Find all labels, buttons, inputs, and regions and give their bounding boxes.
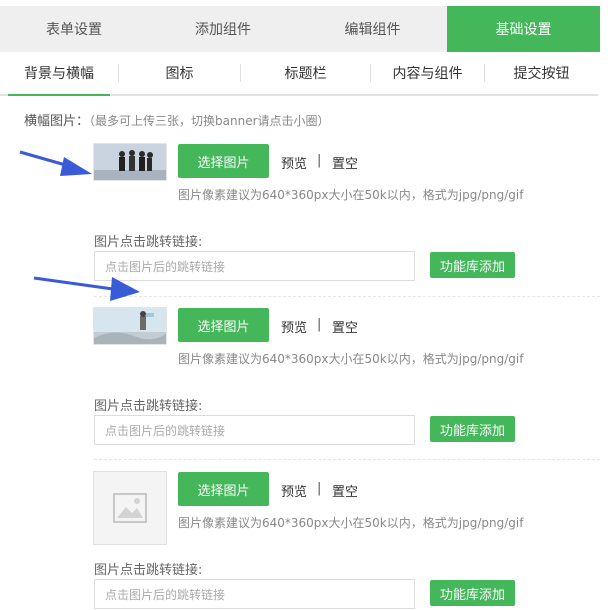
link-label-3: 图片点击跳转链接: [94,563,203,578]
banner-thumbnail-placeholder-3 [93,471,167,545]
arrow-pointer-icon [19,150,92,176]
top-tab-bar: 表单设置 添加组件 编辑组件 基础设置 [0,6,600,52]
link-url-input-1[interactable]: 点击图片后的跳转链接 [94,251,415,281]
link-url-input-2[interactable]: 点击图片后的跳转链接 [94,415,415,445]
link-label-1: 图片点击跳转链接: [94,235,203,250]
tab-basic-settings[interactable]: 基础设置 [447,6,600,52]
library-add-button-2[interactable]: 功能库添加 [430,416,515,442]
banner-thumbnail-2 [93,307,167,345]
link-url-input-3[interactable]: 点击图片后的跳转链接 [94,579,415,609]
arrow-pointer-icon [33,276,140,301]
image-size-tip-2: 图片像素建议为640*360px大小在50k以内，格式为jpg/png/gif [178,352,524,366]
subtab-icon[interactable]: 图标 [119,52,240,94]
preview-link-1[interactable]: 预览 [281,153,307,172]
tab-edit-component[interactable]: 编辑组件 [298,6,447,52]
banner-thumbnail-1 [93,143,167,181]
separator: | [317,481,322,496]
banner-label-text: 横幅图片： [24,114,90,129]
link-label-2: 图片点击跳转链接: [94,399,203,414]
subtab-title-bar[interactable]: 标题栏 [241,52,370,94]
tab-add-component[interactable]: 添加组件 [148,6,298,52]
clear-link-1[interactable]: 置空 [332,153,358,172]
select-image-button-1[interactable]: 选择图片 [178,144,269,178]
select-image-button-2[interactable]: 选择图片 [178,308,269,342]
preview-link-3[interactable]: 预览 [281,481,307,500]
section-divider [94,296,600,297]
banner-images-label: 横幅图片：（最多可上传三张，切换banner请点击小圈） [24,110,330,129]
sub-tab-bar: 背景与横幅 图标 标题栏 内容与组件 提交按钮 [0,52,598,96]
image-placeholder-icon [113,493,147,523]
clear-link-3[interactable]: 置空 [332,481,358,500]
clear-link-2[interactable]: 置空 [332,317,358,336]
select-image-button-3[interactable]: 选择图片 [178,472,269,506]
subtab-content-components[interactable]: 内容与组件 [371,52,484,94]
subtab-background-banner[interactable]: 背景与横幅 [0,52,118,96]
banner-hint: （最多可上传三张，切换banner请点击小圈） [89,114,330,128]
separator: | [317,153,322,168]
subtab-submit-button[interactable]: 提交按钮 [485,52,598,94]
image-size-tip-1: 图片像素建议为640*360px大小在50k以内，格式为jpg/png/gif [178,188,524,202]
image-size-tip-3: 图片像素建议为640*360px大小在50k以内，格式为jpg/png/gif [178,516,524,530]
library-add-button-3[interactable]: 功能库添加 [430,580,515,606]
library-add-button-1[interactable]: 功能库添加 [430,252,515,278]
tab-form-settings[interactable]: 表单设置 [0,6,148,52]
separator: | [317,317,322,332]
section-divider [94,459,600,460]
preview-link-2[interactable]: 预览 [281,317,307,336]
